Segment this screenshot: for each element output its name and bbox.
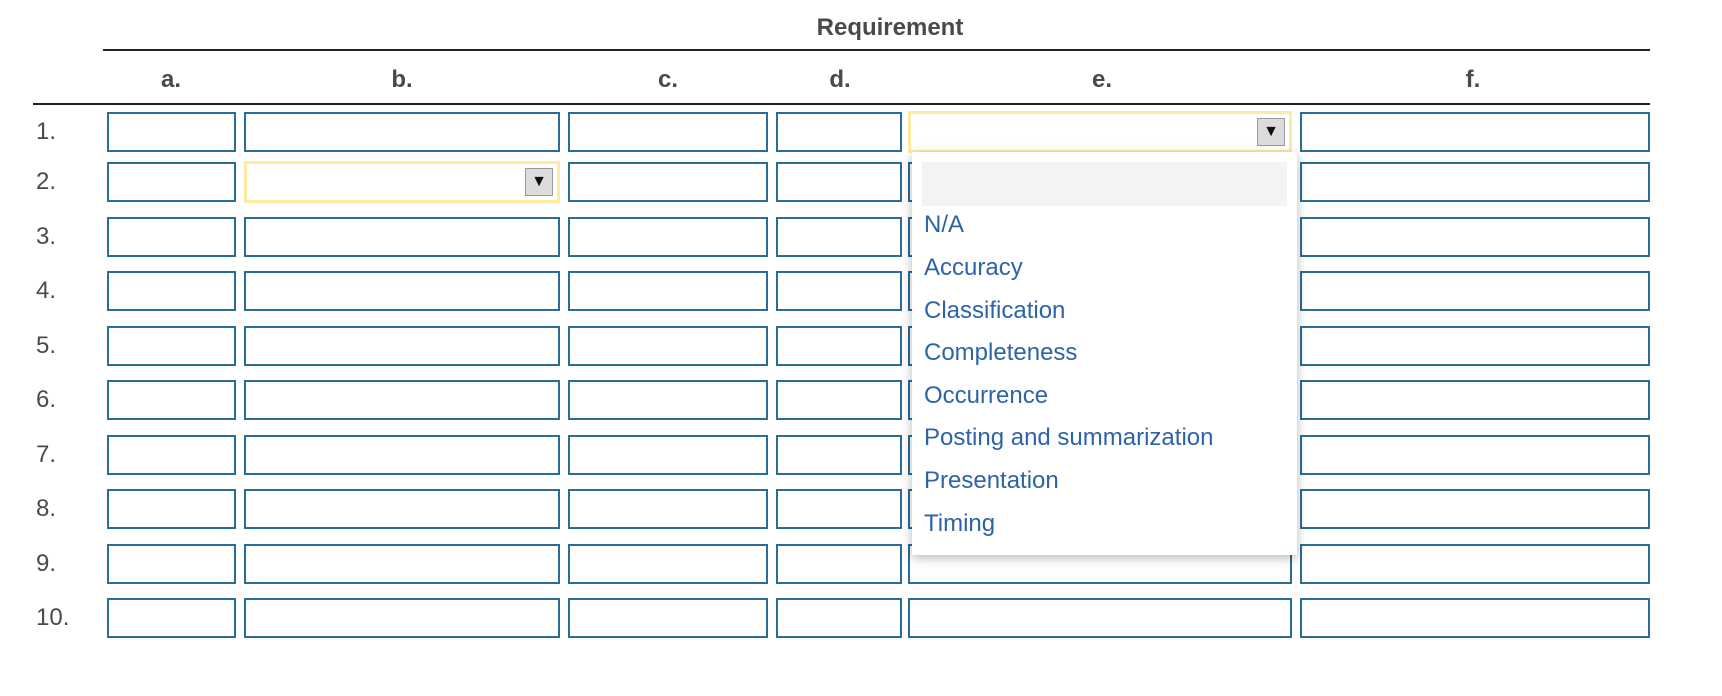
row-number-4: 4. bbox=[36, 277, 57, 304]
answer-field-d2[interactable] bbox=[776, 162, 902, 202]
column-header-c: c. bbox=[657, 66, 678, 93]
row-number-10: 10. bbox=[36, 604, 70, 631]
dropdown-arrow-icon[interactable]: ▼ bbox=[525, 168, 553, 196]
answer-field-f7[interactable] bbox=[1300, 435, 1650, 475]
answer-field-a8[interactable] bbox=[107, 489, 236, 529]
answer-field-d5[interactable] bbox=[776, 326, 902, 366]
dropdown-option-blank[interactable] bbox=[922, 162, 1287, 206]
answer-field-d8[interactable] bbox=[776, 489, 902, 529]
answer-field-c6[interactable] bbox=[568, 380, 768, 420]
row-number-8: 8. bbox=[36, 495, 57, 522]
answer-field-f5[interactable] bbox=[1300, 326, 1650, 366]
column-header-a: a. bbox=[160, 66, 181, 93]
answer-field-c7[interactable] bbox=[568, 435, 768, 475]
answer-field-a7[interactable] bbox=[107, 435, 236, 475]
column-header-b: b. bbox=[391, 66, 413, 93]
dropdown-option-na[interactable]: N/A bbox=[924, 211, 964, 239]
dropdown-option-posting-and-summarization[interactable]: Posting and summarization bbox=[924, 424, 1213, 452]
answer-field-c4[interactable] bbox=[568, 271, 768, 311]
header-top-rule bbox=[103, 49, 1650, 51]
row-number-9: 9. bbox=[36, 550, 57, 577]
answer-field-f9[interactable] bbox=[1300, 544, 1650, 584]
dropdown-option-presentation[interactable]: Presentation bbox=[924, 467, 1059, 495]
answer-field-f1[interactable] bbox=[1300, 112, 1650, 152]
answer-field-f3[interactable] bbox=[1300, 217, 1650, 257]
answer-field-a4[interactable] bbox=[107, 271, 236, 311]
dropdown-option-timing[interactable]: Timing bbox=[924, 510, 995, 538]
dropdown-option-classification[interactable]: Classification bbox=[924, 297, 1065, 325]
row-number-3: 3. bbox=[36, 223, 57, 250]
answer-field-f10[interactable] bbox=[1300, 598, 1650, 638]
column-header-f: f. bbox=[1465, 66, 1481, 93]
dropdown-option-accuracy[interactable]: Accuracy bbox=[924, 254, 1023, 282]
answer-field-a9[interactable] bbox=[107, 544, 236, 584]
dropdown-option-completeness[interactable]: Completeness bbox=[924, 339, 1077, 367]
answer-field-c10[interactable] bbox=[568, 598, 768, 638]
answer-field-b8[interactable] bbox=[244, 489, 560, 529]
answer-field-b10[interactable] bbox=[244, 598, 560, 638]
requirement-title: Requirement bbox=[816, 14, 964, 41]
select-e1[interactable]: ▼ bbox=[908, 111, 1292, 153]
answer-field-c8[interactable] bbox=[568, 489, 768, 529]
answer-field-d3[interactable] bbox=[776, 217, 902, 257]
answer-field-a6[interactable] bbox=[107, 380, 236, 420]
answer-field-f6[interactable] bbox=[1300, 380, 1650, 420]
answer-field-d10[interactable] bbox=[776, 598, 902, 638]
answer-field-b4[interactable] bbox=[244, 271, 560, 311]
answer-field-e10[interactable] bbox=[908, 598, 1292, 638]
answer-field-d4[interactable] bbox=[776, 271, 902, 311]
answer-field-d6[interactable] bbox=[776, 380, 902, 420]
answer-field-c2[interactable] bbox=[568, 162, 768, 202]
answer-field-b9[interactable] bbox=[244, 544, 560, 584]
answer-field-f2[interactable] bbox=[1300, 162, 1650, 202]
answer-field-b3[interactable] bbox=[244, 217, 560, 257]
row-number-2: 2. bbox=[36, 168, 57, 195]
dropdown-e1-list[interactable]: N/A Accuracy Classification Completeness… bbox=[912, 152, 1297, 555]
answer-field-a5[interactable] bbox=[107, 326, 236, 366]
select-b2[interactable]: ▼ bbox=[244, 161, 560, 203]
answer-field-a10[interactable] bbox=[107, 598, 236, 638]
answer-field-b7[interactable] bbox=[244, 435, 560, 475]
row-number-1: 1. bbox=[36, 118, 57, 145]
row-number-7: 7. bbox=[36, 441, 57, 468]
answer-field-f8[interactable] bbox=[1300, 489, 1650, 529]
dropdown-arrow-icon[interactable]: ▼ bbox=[1257, 118, 1285, 146]
dropdown-option-occurrence[interactable]: Occurrence bbox=[924, 382, 1048, 410]
row-number-5: 5. bbox=[36, 332, 57, 359]
column-header-d: d. bbox=[829, 66, 851, 93]
answer-field-b1[interactable] bbox=[244, 112, 560, 152]
column-header-e: e. bbox=[1091, 66, 1112, 93]
answer-field-a3[interactable] bbox=[107, 217, 236, 257]
answer-field-a1[interactable] bbox=[107, 112, 236, 152]
answer-field-c5[interactable] bbox=[568, 326, 768, 366]
answer-field-b5[interactable] bbox=[244, 326, 560, 366]
answer-field-c9[interactable] bbox=[568, 544, 768, 584]
answer-field-f4[interactable] bbox=[1300, 271, 1650, 311]
answer-field-c3[interactable] bbox=[568, 217, 768, 257]
answer-field-d9[interactable] bbox=[776, 544, 902, 584]
answer-field-c1[interactable] bbox=[568, 112, 768, 152]
answer-field-d7[interactable] bbox=[776, 435, 902, 475]
answer-field-d1[interactable] bbox=[776, 112, 902, 152]
row-number-6: 6. bbox=[36, 386, 57, 413]
answer-field-a2[interactable] bbox=[107, 162, 236, 202]
answer-field-b6[interactable] bbox=[244, 380, 560, 420]
header-bottom-rule bbox=[33, 103, 1650, 105]
